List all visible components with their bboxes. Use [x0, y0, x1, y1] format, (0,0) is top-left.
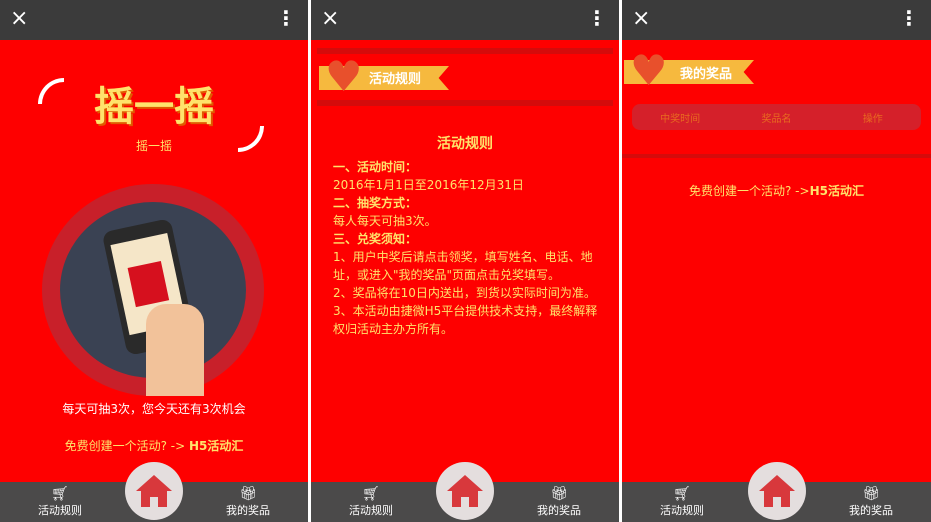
prizes-banner-title: 我的奖品: [680, 67, 733, 82]
rules-heading: 活动规则: [437, 136, 493, 152]
rules-screen: × ⋮ ♥ 活动规则 活动规则 一、活动时间： 2016年1月1日至2016年1…: [311, 0, 619, 522]
rules-section-title: 三、兑奖须知：: [333, 232, 418, 246]
home-icon: [447, 475, 483, 507]
bottom-nav: 🛒︎ 活动规则 🎁︎ 我的奖品: [311, 462, 619, 522]
rules-banner-title: 活动规则: [369, 72, 422, 87]
top-bar: × ⋮: [622, 0, 931, 40]
rules-section-title: 二、抽奖方式：: [333, 196, 418, 210]
home-button[interactable]: [747, 462, 806, 520]
hand-icon: [146, 304, 204, 396]
shake-subtitle: 摇一摇: [135, 139, 172, 153]
divider: [317, 100, 613, 106]
cart-icon: 🛒︎: [51, 486, 69, 502]
shake-title: 摇一摇: [94, 84, 214, 130]
nav-prizes-label: 我的奖品: [537, 504, 581, 517]
promo-link[interactable]: H5活动汇: [189, 439, 243, 453]
rules-text: 1、用户中奖后请点击领奖，填写姓名、电话、地址，或进入"我的奖品"页面点击兑奖填…: [333, 250, 593, 282]
nav-prizes[interactable]: 🎁︎ 我的奖品: [519, 486, 599, 518]
nav-rules[interactable]: 🛒︎ 活动规则: [20, 486, 100, 518]
nav-rules[interactable]: 🛒︎ 活动规则: [331, 486, 411, 518]
more-icon[interactable]: ⋮: [899, 6, 919, 30]
promo-text: 免费创建一个活动? ->: [689, 184, 810, 198]
nav-prizes-label: 我的奖品: [226, 504, 270, 517]
rules-text: 2016年1月1日至2016年12月31日: [333, 178, 524, 192]
gift-icon: 🎁︎: [239, 486, 257, 502]
top-bar: × ⋮: [311, 0, 619, 40]
nav-rules[interactable]: 🛒︎ 活动规则: [642, 486, 722, 518]
nav-prizes-label: 我的奖品: [849, 504, 893, 517]
nav-prizes[interactable]: 🎁︎ 我的奖品: [208, 486, 288, 518]
rules-text: 每人每天可抽3次。: [333, 214, 437, 228]
more-icon[interactable]: ⋮: [276, 6, 296, 30]
gift-icon: 🎁︎: [550, 486, 568, 502]
rules-content: 一、活动时间： 2016年1月1日至2016年12月31日 二、抽奖方式： 每人…: [333, 158, 605, 338]
column-header: 中奖时间: [660, 113, 701, 125]
cart-icon: 🛒︎: [673, 486, 691, 502]
home-icon: [136, 475, 172, 507]
home-button[interactable]: [436, 462, 494, 520]
rules-section-title: 一、活动时间：: [333, 160, 418, 174]
divider: [622, 154, 931, 158]
close-icon[interactable]: ×: [632, 6, 650, 31]
rules-text: 3、本活动由捷微H5平台提供技术支持，最终解释权归活动主办方所有。: [333, 304, 598, 336]
column-header: 奖品名: [761, 113, 792, 125]
promo-link[interactable]: H5活动汇: [810, 184, 864, 198]
column-header: 操作: [862, 113, 883, 125]
promo: 免费创建一个活动? ->H5活动汇: [622, 182, 931, 199]
close-icon[interactable]: ×: [321, 6, 339, 31]
nav-rules-label: 活动规则: [660, 504, 704, 517]
chances-text: 每天可抽3次，您今天还有3次机会: [62, 402, 246, 416]
heart-icon: ♥: [325, 52, 363, 101]
shake-illustration: [42, 184, 264, 396]
bottom-nav: 🛒︎ 活动规则 🎁︎ 我的奖品: [622, 462, 931, 522]
cart-icon: 🛒︎: [362, 486, 380, 502]
gift-icon: 🎁︎: [862, 486, 880, 502]
heart-icon: ♥: [630, 46, 668, 95]
more-icon[interactable]: ⋮: [587, 6, 607, 30]
promo-text: 免费创建一个活动? ->: [64, 439, 189, 453]
prizes-screen: × ⋮ ♥ 我的奖品 中奖时间 奖品名 操作 免费创建一个活动? ->H5活动汇…: [622, 0, 931, 522]
bottom-nav: 🛒︎ 活动规则 🎁︎ 我的奖品: [0, 462, 308, 522]
shake-screen: × ⋮ 摇一摇 摇一摇 每天可抽3次，您今天还有3次机会 免费创建一个活动? -…: [0, 0, 308, 522]
nav-rules-label: 活动规则: [349, 504, 393, 517]
close-icon[interactable]: ×: [10, 6, 28, 31]
prizes-table-header: 中奖时间 奖品名 操作: [632, 104, 921, 130]
promo: 免费创建一个活动? -> H5活动汇: [0, 437, 308, 454]
rules-text: 2、奖品将在10日内送出，到货以实际时间为准。: [333, 286, 596, 300]
home-button[interactable]: [125, 462, 183, 520]
nav-prizes[interactable]: 🎁︎ 我的奖品: [831, 486, 911, 518]
top-bar: × ⋮: [0, 0, 308, 40]
nav-rules-label: 活动规则: [38, 504, 82, 517]
home-icon: [758, 475, 795, 507]
